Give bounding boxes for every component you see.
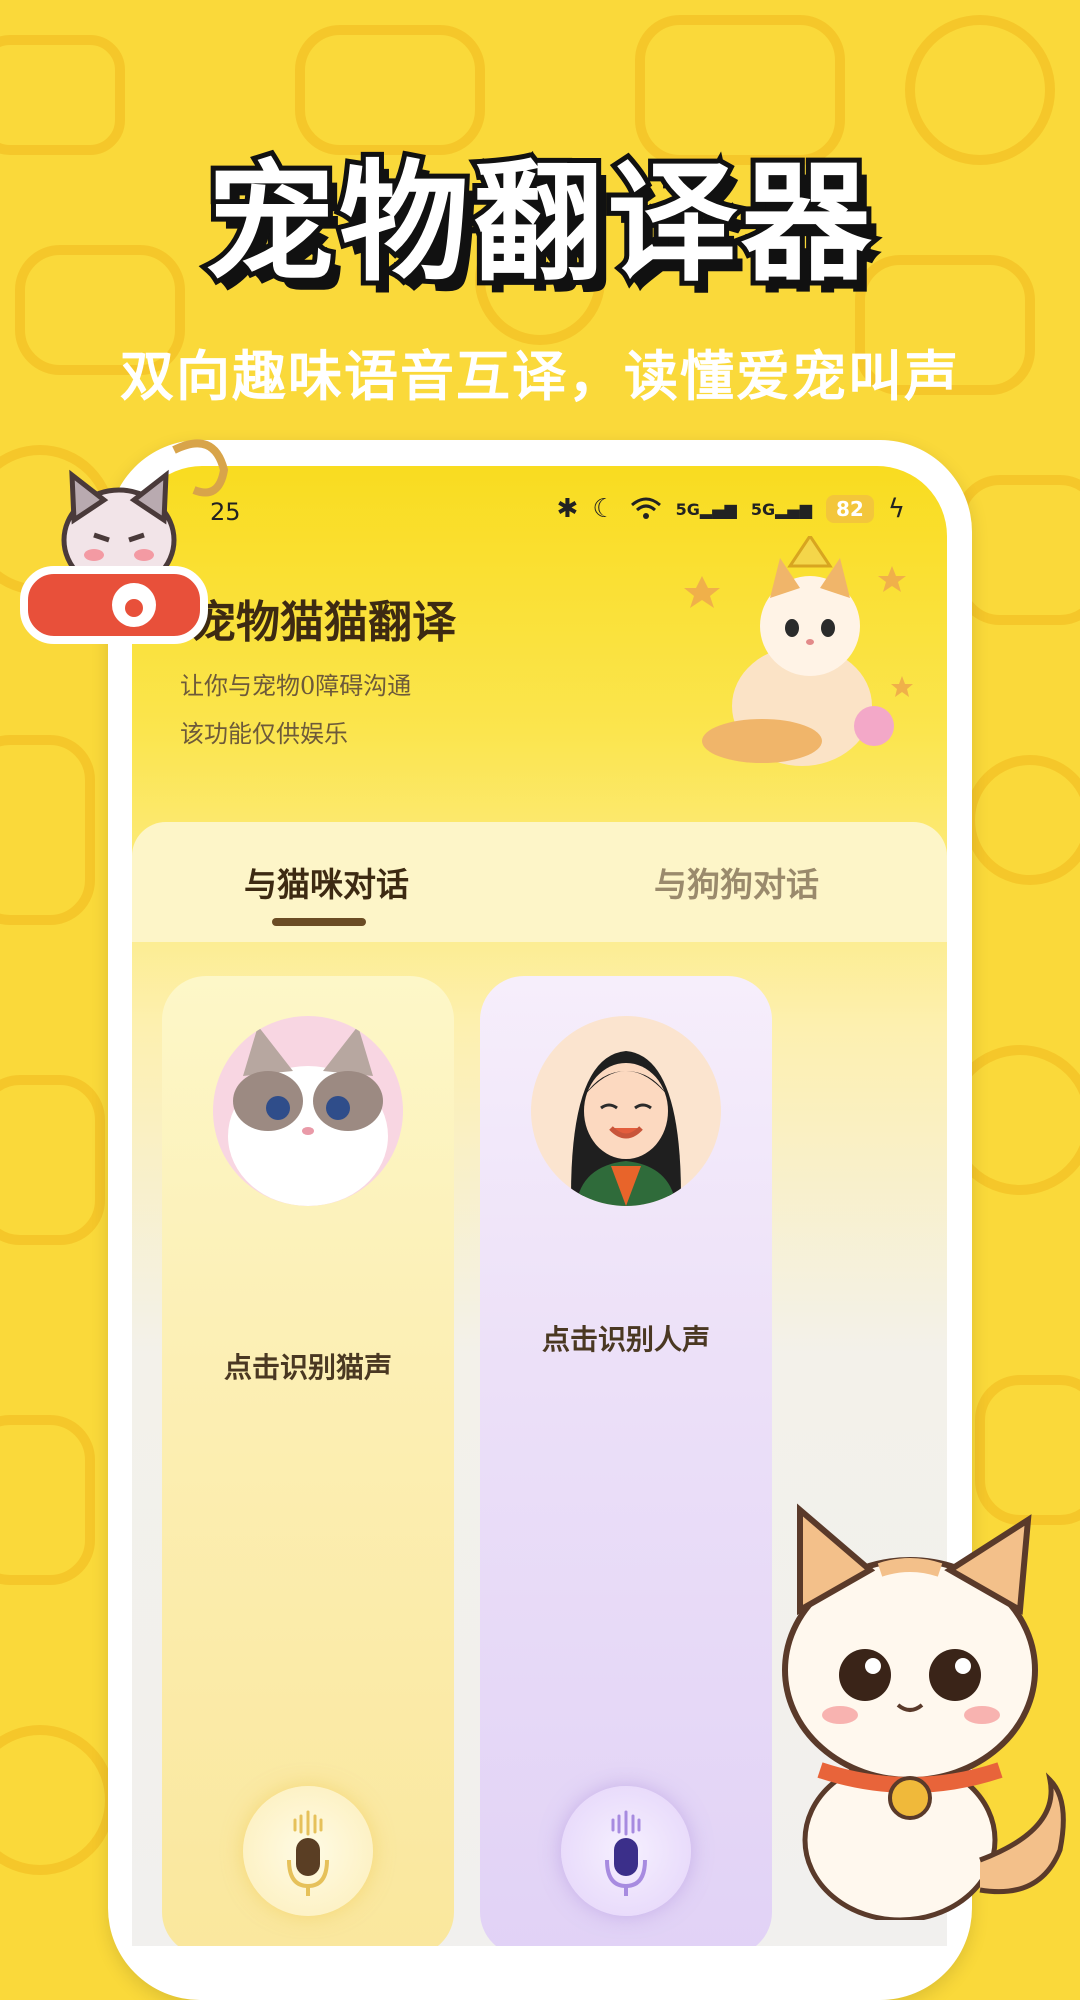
microphone-icon (287, 1810, 329, 1896)
human-record-button[interactable] (561, 1786, 691, 1916)
cat-avatar (213, 1016, 403, 1206)
promo-headline: 宠物翻译器 (200, 142, 876, 304)
bluetooth-icon: ✱ (556, 494, 579, 524)
wifi-icon (630, 497, 661, 519)
battery-indicator: 82 (826, 495, 874, 523)
disclaimer-text: 该功能仅供娱乐 (180, 720, 348, 748)
tab-talk-to-dog[interactable]: 与狗狗对话 (654, 858, 819, 906)
tab-bar: 与猫咪对话 与狗狗对话 (132, 822, 947, 942)
charging-icon: ϟ (887, 494, 905, 524)
tab-talk-to-cat[interactable]: 与猫咪对话 (244, 858, 409, 906)
moon-icon: ☾ (592, 494, 616, 524)
status-bar: ✱ ☾ 5G▂▄▆ 5G▂▄▆ 82 ϟ (557, 494, 905, 524)
cat-card-label: 点击识别猫声 (223, 1351, 392, 1384)
cat-face-icon (228, 1026, 388, 1206)
promo-subline: 双向趣味语音互译，读懂爱宠叫声 (120, 345, 960, 408)
microphone-icon (605, 1810, 647, 1896)
page-subtitle: 让你与宠物0障碍沟通 (180, 672, 412, 700)
human-card-label: 点击识别人声 (541, 1323, 710, 1356)
human-avatar (531, 1016, 721, 1206)
cat-voice-card[interactable]: 点击识别猫声 (162, 976, 454, 1946)
cat-record-button[interactable] (243, 1786, 373, 1916)
human-voice-card[interactable]: 点击识别人声 (480, 976, 772, 1946)
chibi-cat-sticker (782, 1503, 1066, 1920)
5g-signal-icon: 5G▂▄▆ (675, 499, 737, 519)
cat-in-can-sticker (20, 439, 229, 644)
active-tab-indicator (272, 918, 366, 926)
5g-signal-icon: 5G▂▄▆ (750, 499, 812, 519)
hero-cat-illustration (684, 536, 913, 766)
girl-face-icon (571, 1051, 681, 1206)
